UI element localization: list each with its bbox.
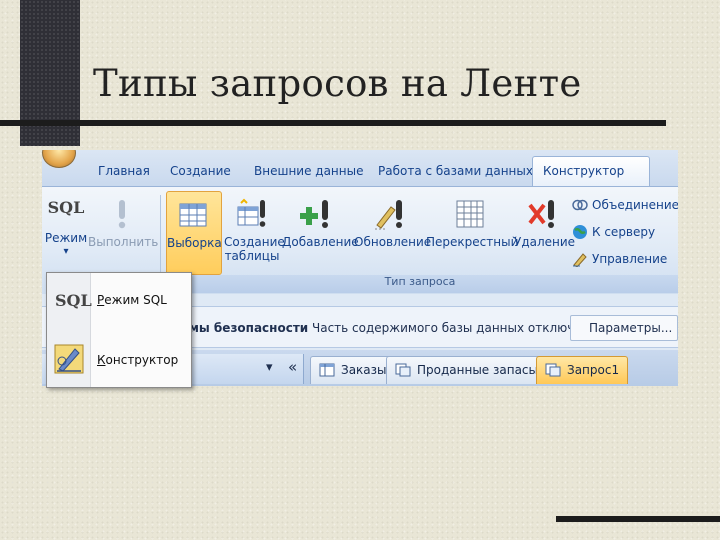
tab-design[interactable]: Конструктор: [532, 156, 650, 187]
chevron-down-icon: ▾: [63, 246, 69, 257]
nav-dropdown-icon[interactable]: ▾: [266, 360, 273, 375]
sql-icon: SQL: [55, 291, 92, 310]
tab-sold-stock[interactable]: Проданные запасы: [386, 356, 548, 384]
pass-through-label: К серверу: [592, 225, 656, 239]
append-icon: [300, 200, 328, 228]
update-button[interactable]: Обновление: [354, 191, 431, 275]
crosstab-label: Перекрестный: [426, 235, 519, 249]
pass-through-button[interactable]: К серверу: [572, 222, 655, 242]
ribbon-tab-bar: Главная Создание Внешние данные Работа с…: [42, 150, 678, 187]
query-icon: [545, 363, 561, 377]
make-table-button[interactable]: Создание таблицы: [224, 191, 285, 275]
tab-query1[interactable]: Запрос1: [536, 356, 629, 384]
query-icon: [395, 363, 411, 377]
append-button[interactable]: Добавление: [282, 191, 359, 275]
bottom-rule: [556, 516, 720, 522]
union-button[interactable]: Объединение: [572, 195, 678, 215]
slide-title: Типы запросов на Ленте: [93, 62, 582, 105]
tab-home[interactable]: Главная: [98, 164, 150, 178]
menu-item-sql-view-label: Режим SQL: [97, 293, 167, 307]
run-button[interactable]: Выполнить: [88, 191, 159, 275]
query-type-group-label: Тип запроса: [162, 275, 678, 293]
tab-create[interactable]: Создание: [170, 164, 231, 178]
sql-icon: SQL: [47, 198, 85, 217]
design-view-icon: [54, 344, 84, 374]
pen-icon: [573, 253, 587, 267]
data-definition-label: Управление: [592, 252, 668, 266]
delete-button[interactable]: Удаление: [514, 191, 576, 275]
update-label: Обновление: [354, 235, 432, 249]
delete-label: Удаление: [514, 235, 576, 249]
collapse-icon[interactable]: «: [288, 358, 297, 376]
office-button[interactable]: [42, 150, 76, 168]
title-rule: [0, 120, 666, 126]
append-label: Добавление: [282, 235, 359, 249]
crosstab-icon: [456, 200, 484, 228]
table-icon: [179, 203, 207, 227]
rings-icon: [572, 199, 588, 211]
delete-icon: [528, 200, 554, 228]
mode-dropdown-menu: SQL Режим SQL Конструктор: [46, 272, 192, 388]
exclamation-icon: [118, 200, 126, 229]
run-button-label: Выполнить: [88, 235, 159, 249]
make-table-label: Создание таблицы: [224, 235, 285, 263]
union-label: Объединение: [592, 198, 678, 212]
table-icon: [319, 363, 335, 377]
tab-external-data[interactable]: Внешние данные: [254, 164, 363, 178]
select-query-button[interactable]: Выборка: [166, 191, 222, 275]
globe-icon: [573, 225, 587, 239]
menu-item-design-view[interactable]: Конструктор: [47, 337, 191, 381]
tab-orders[interactable]: Заказы: [310, 356, 396, 384]
menu-item-sql-view[interactable]: SQL Режим SQL: [47, 279, 191, 323]
tab-database-tools[interactable]: Работа с базами данных: [378, 164, 533, 178]
security-warning-text: темы безопасности: [174, 321, 309, 335]
tab-orders-label: Заказы: [341, 363, 387, 377]
security-message: Часть содержимого базы данных отключено: [312, 321, 597, 335]
mode-button[interactable]: SQL Режим ▾: [44, 191, 88, 275]
update-icon: [375, 200, 402, 230]
tab-query1-label: Запрос1: [567, 363, 620, 377]
select-query-label: Выборка: [167, 236, 222, 250]
tab-sold-stock-label: Проданные запасы: [417, 363, 539, 377]
menu-item-design-view-label: Конструктор: [97, 353, 179, 367]
crosstab-button[interactable]: Перекрестный: [426, 191, 518, 275]
make-table-icon: [237, 198, 266, 227]
options-button[interactable]: Параметры...: [570, 315, 678, 341]
data-definition-button[interactable]: Управление: [572, 249, 667, 269]
mode-button-label: Режим: [44, 231, 88, 245]
